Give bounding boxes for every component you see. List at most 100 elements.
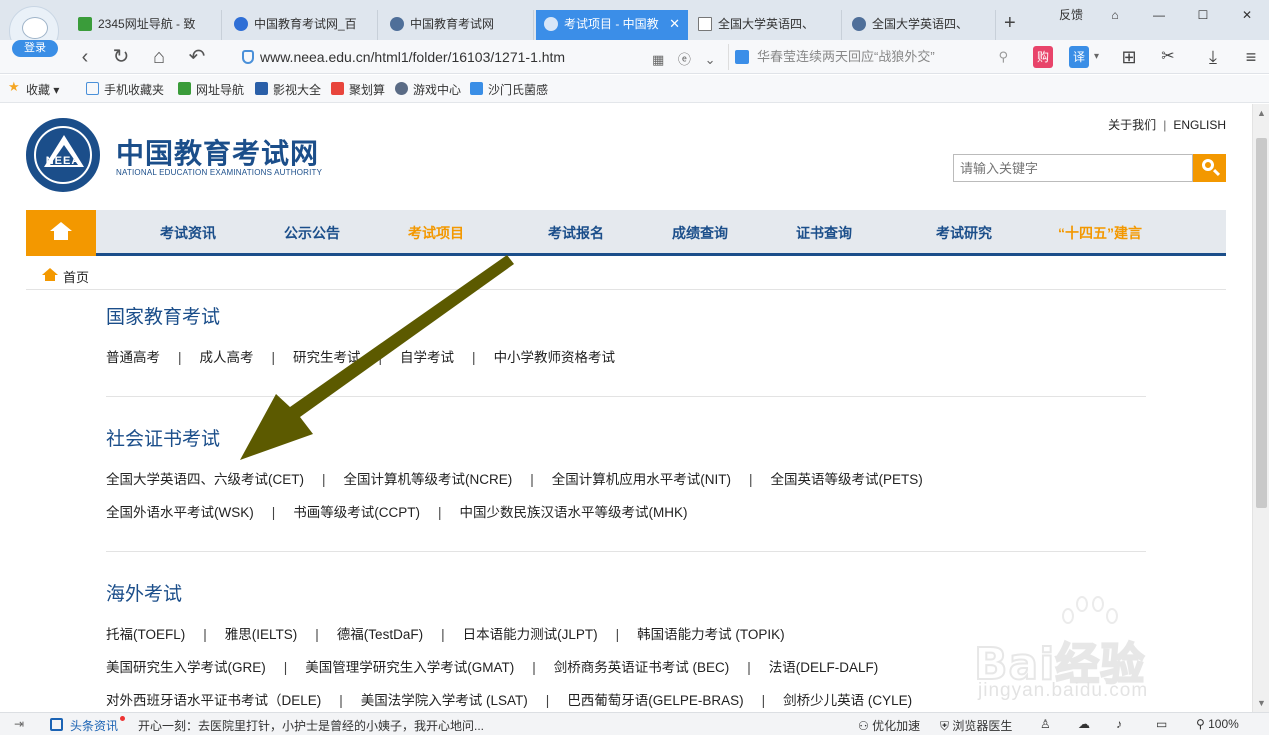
ie-mode-icon[interactable]: ⓔ [678,52,691,67]
exam-link[interactable]: 剑桥商务英语证书考试 (BEC) [554,660,730,675]
home-nav-button[interactable] [26,210,96,256]
exam-link[interactable]: 巴西葡萄牙语(GELPE-BRAS) [567,693,743,708]
page-scrollbar[interactable]: ▲ ▼ [1252,104,1269,712]
download-icon[interactable]: ⤓ [1202,46,1224,68]
exam-link[interactable]: 托福(TOEFL) [106,627,185,642]
close-icon[interactable]: ✕ [1225,0,1269,30]
exam-link[interactable]: 德福(TestDaF) [337,627,423,642]
bookmark-favorites[interactable]: ★ 收藏 ▾ [8,79,59,98]
browser-tab[interactable]: 2345网址导航 - 致 [70,10,222,40]
search-icon[interactable]: ⚲ [998,44,1008,70]
url-field[interactable]: www.neea.edu.cn/html1/folder/16103/1271-… [232,44,720,70]
browser-tab[interactable]: 中国教育考试网_百 [226,10,378,40]
menu-icon[interactable]: ≡ [1240,46,1262,68]
browser-tab-active[interactable]: 考试项目 - 中国教 ✕ [536,10,688,40]
zoom-level[interactable]: ⚲ 100% [1196,717,1239,731]
home-icon[interactable]: ⌂ [146,44,172,70]
back-icon[interactable]: ‹ [72,44,98,70]
english-link[interactable]: ENGLISH [1173,118,1226,132]
site-title[interactable]: 中国教育考试网 [116,132,319,172]
exam-link[interactable]: 剑桥少儿英语 (CYLE) [783,693,912,708]
exam-link[interactable]: 美国管理学研究生入学考试(GMAT) [305,660,514,675]
bookmark-item[interactable]: 沙门氏菌感 [470,81,548,98]
maximize-icon[interactable]: ☐ [1181,0,1225,30]
exam-link[interactable]: 自学考试 [400,350,454,365]
about-us-link[interactable]: 关于我们 [1108,118,1156,132]
apps-icon[interactable]: ⊞ [1118,46,1140,68]
emblem-text: NEEA [45,155,81,167]
qr-code-icon[interactable]: ▦ [652,52,664,67]
exam-link[interactable]: 书画等级考试(CCPT) [293,505,420,520]
exam-link[interactable]: 全国计算机应用水平考试(NIT) [552,472,731,487]
screenshot-scissors-icon[interactable]: ✂ [1155,46,1181,68]
scroll-down-icon[interactable]: ▼ [1253,698,1269,708]
new-tab-button[interactable]: + [1004,12,1016,35]
sidebar-toggle-icon[interactable]: ⇥ [14,717,24,731]
link-separator: | [322,472,326,487]
nav-exam-projects[interactable]: 考试项目 [408,210,464,256]
exam-link[interactable]: 美国研究生入学考试(GRE) [106,660,266,675]
exam-link[interactable]: 普通高考 [106,350,160,365]
news-ticker[interactable]: 开心一刻：去医院里打针，小护士是曾经的小姨子，我开心地问... [138,717,484,734]
optimize-button[interactable]: ⚇ 优化加速 [858,717,920,734]
exam-link[interactable]: 全国外语水平考试(WSK) [106,505,254,520]
tab-close-icon[interactable]: ✕ [669,10,680,38]
nav-certificate-query[interactable]: 证书查询 [796,210,852,256]
breadcrumb-home[interactable]: 首页 [63,267,89,286]
translate-button[interactable]: 译 [1069,46,1089,68]
nav-announcements[interactable]: 公示公告 [284,210,340,256]
shopping-button[interactable]: 购 [1033,46,1053,68]
login-button[interactable]: 登录 [12,40,58,57]
nav-score-query[interactable]: 成绩查询 [672,210,728,256]
nav-exam-research[interactable]: 考试研究 [936,210,992,256]
cloud-sync-icon[interactable]: ☁ [1078,717,1090,731]
chevron-down-icon[interactable]: ⌄ [705,52,716,67]
window-mode-icon[interactable]: ▭ [1156,717,1167,731]
exam-link-cet[interactable]: 全国大学英语四、六级考试(CET) [106,472,304,487]
bookmark-item[interactable]: 游戏中心 [395,81,461,98]
volume-icon[interactable]: ♪ [1116,717,1122,731]
exam-link[interactable]: 研究生考试 [293,350,361,365]
bookmark-item[interactable]: 聚划算 [331,81,385,98]
game-icon [395,82,408,95]
site-search-input[interactable] [953,154,1193,182]
exam-link[interactable]: 中小学教师资格考试 [494,350,616,365]
exam-link[interactable]: 对外西班牙语水平证书考试（DELE) [106,693,321,708]
nav-registration[interactable]: 考试报名 [548,210,604,256]
exam-link[interactable]: 法语(DELF-DALF) [769,660,879,675]
scrollbar-thumb[interactable] [1256,138,1267,508]
nav-five-year-plan[interactable]: “十四五”建言 [1058,210,1142,256]
exam-link[interactable]: 中国少数民族汉语水平等级考试(MHK) [460,505,688,520]
bookmark-item[interactable]: 影视大全 [255,81,321,98]
browser-tab[interactable]: 中国教育考试网 [382,10,534,40]
minimize-icon[interactable]: — [1137,0,1181,30]
neea-logo-emblem[interactable]: NEEA [26,118,100,192]
exam-link[interactable]: 雅思(IELTS) [225,627,298,642]
undo-icon[interactable]: ↶ [184,44,210,70]
site-search-button[interactable] [1193,154,1226,182]
exam-link[interactable]: 美国法学院入学考试 (LSAT) [361,693,528,708]
browser-tab[interactable]: 全国大学英语四、 [844,10,996,40]
browser-tab[interactable]: 全国大学英语四、 [690,10,842,40]
scroll-up-icon[interactable]: ▲ [1253,108,1269,118]
bookmark-item[interactable]: 手机收藏夹 [86,81,164,98]
headline-news-button[interactable]: 头条资讯 [50,716,126,734]
link-separator: | [472,350,476,365]
link-separator: | [271,350,276,365]
feedback-link[interactable]: 反馈 [1049,0,1093,30]
browser-doctor-button[interactable]: ⛨ 浏览器医生 [940,717,1012,734]
exam-link[interactable]: 日本语能力测试(JLPT) [463,627,598,642]
exam-link[interactable]: 全国计算机等级考试(NCRE) [344,472,513,487]
nav-exam-news[interactable]: 考试资讯 [160,210,216,256]
bookmark-item[interactable]: 网址导航 [178,81,244,98]
exam-link[interactable]: 全国英语等级考试(PETS) [771,472,923,487]
exam-link[interactable]: 成人高考 [200,350,254,365]
news-search-box[interactable]: 华春莹连续两天回应“战狼外交” ⚲ [728,44,1018,70]
acceleration-icon[interactable]: ♙ [1040,717,1051,731]
translate-dropdown-icon[interactable]: ▾ [1094,46,1099,68]
exam-link[interactable]: 韩国语能力考试 (TOPIK) [637,627,785,642]
tab-label: 考试项目 - 中国教 [564,17,659,31]
link-separator: | [1163,118,1167,132]
refresh-icon[interactable]: ↻ [108,44,134,70]
skin-icon[interactable]: ⌂ [1093,0,1137,30]
